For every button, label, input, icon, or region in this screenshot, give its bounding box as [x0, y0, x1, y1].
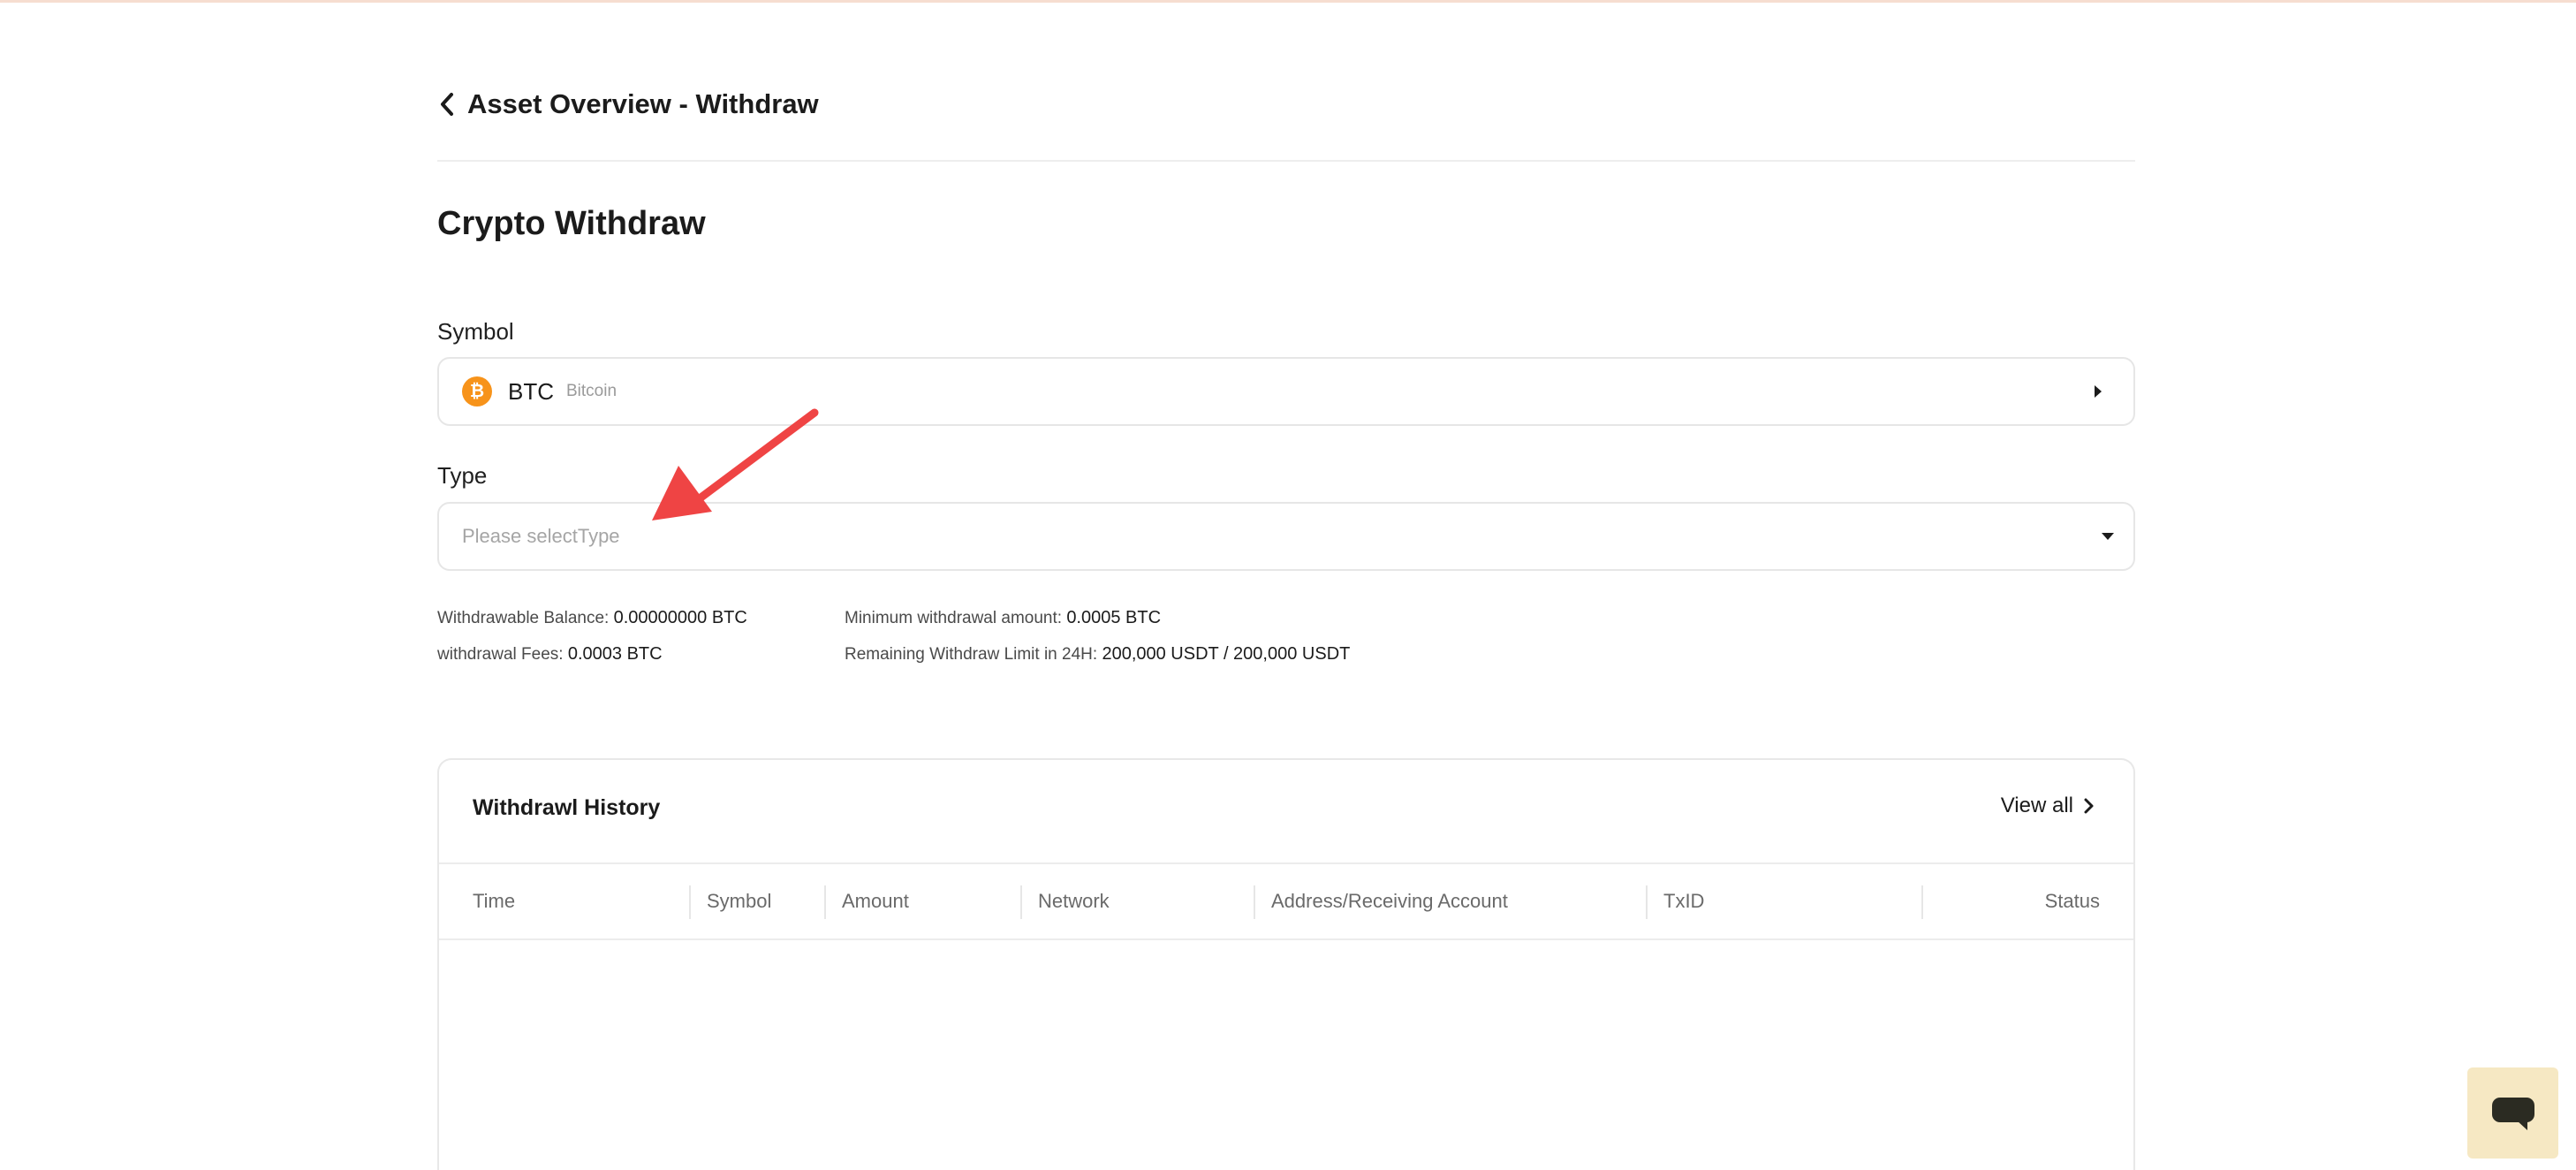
view-all-link[interactable]: View all [2001, 794, 2095, 818]
breadcrumb[interactable]: Asset Overview - Withdraw [437, 85, 819, 124]
column-separator [1921, 885, 1923, 919]
chat-widget-button[interactable] [2467, 1067, 2558, 1159]
column-separator [1020, 885, 1022, 919]
remaining-limit-label: Remaining Withdraw Limit in 24H: [845, 645, 1098, 664]
header-divider [437, 160, 2135, 162]
remaining-limit: Remaining Withdraw Limit in 24H: 200,000… [845, 644, 1350, 665]
minimum-withdrawal: Minimum withdrawal amount: 0.0005 BTC [845, 608, 1161, 628]
symbol-name: Bitcoin [566, 382, 617, 400]
column-network[interactable]: Network [1038, 864, 1110, 938]
chat-bubble-icon [2491, 1097, 2534, 1130]
minimum-withdrawal-value: 0.0005 BTC [1066, 608, 1162, 627]
column-symbol[interactable]: Symbol [707, 864, 771, 938]
table-header: Time Symbol Amount Network Address/Recei… [439, 864, 2133, 940]
remaining-limit-value: 200,000 USDT / 200,000 USDT [1102, 644, 1351, 664]
type-label: Type [437, 462, 488, 489]
history-title: Withdrawl History [473, 795, 661, 820]
withdrawal-fees: withdrawal Fees: 0.0003 BTC [437, 644, 663, 665]
caret-down-icon [2102, 533, 2114, 540]
page-title: Crypto Withdraw [437, 205, 706, 242]
chevron-right-icon [2084, 798, 2094, 814]
withdrawal-fees-value: 0.0003 BTC [567, 644, 663, 664]
type-placeholder: Please selectType [462, 525, 620, 547]
top-accent-line [0, 0, 2576, 3]
symbol-label: Symbol [437, 318, 514, 345]
symbol-select[interactable]: ₿ BTC Bitcoin [437, 357, 2135, 426]
view-all-label: View all [2000, 794, 2073, 817]
column-separator [824, 885, 826, 919]
withdrawal-fees-label: withdrawal Fees: [437, 645, 564, 664]
withdrawable-balance-value: 0.00000000 BTC [613, 608, 747, 627]
column-txid[interactable]: TxID [1663, 864, 1704, 938]
breadcrumb-title: Asset Overview - Withdraw [467, 88, 819, 119]
symbol-value: BTC [508, 377, 554, 405]
withdrawal-history-card: Withdrawl History View all Time Symbol A… [437, 758, 2135, 1170]
column-separator [689, 885, 691, 919]
bitcoin-icon: ₿ [462, 376, 492, 406]
column-time[interactable]: Time [473, 864, 515, 938]
column-status[interactable]: Status [2045, 864, 2100, 938]
type-select[interactable]: Please selectType [437, 502, 2135, 571]
withdrawable-balance: Withdrawable Balance: 0.00000000 BTC [437, 608, 747, 628]
column-address[interactable]: Address/Receiving Account [1271, 864, 1508, 938]
caret-right-icon [2095, 385, 2102, 398]
minimum-withdrawal-label: Minimum withdrawal amount: [845, 609, 1063, 627]
column-separator [1254, 885, 1255, 919]
column-amount[interactable]: Amount [842, 864, 909, 938]
withdrawable-balance-label: Withdrawable Balance: [437, 609, 610, 627]
chevron-left-icon[interactable] [437, 91, 457, 118]
column-separator [1646, 885, 1648, 919]
